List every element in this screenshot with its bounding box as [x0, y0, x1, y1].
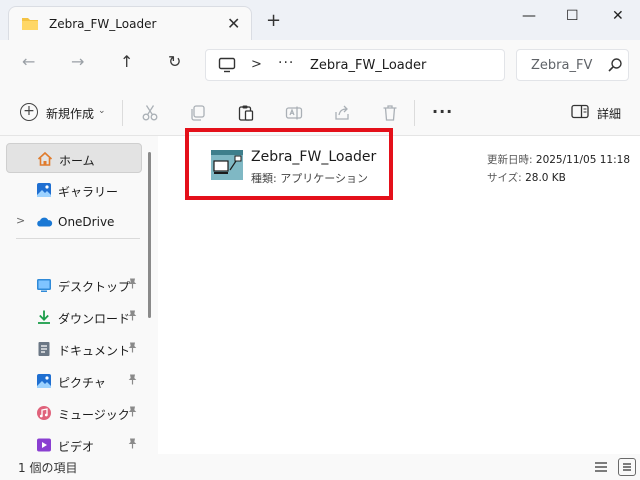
file-type: 種類: アプリケーション: [251, 172, 368, 185]
tab-title: Zebra_FW_Loader: [49, 17, 157, 31]
address-row: ← → ↑ ↻ > ··· Zebra_FW_Loader Zebra_FV: [0, 40, 640, 90]
music-icon: [36, 405, 52, 421]
sidebar-item-onedrive[interactable]: > OneDrive: [6, 207, 142, 237]
plus-icon: +: [20, 103, 38, 121]
navigation-pane: ホーム ギャラリー > OneDrive デスクトップ ダウンロード ドキュメン…: [0, 136, 158, 454]
sidebar-item-label: ミュージック: [58, 408, 130, 422]
sidebar-item-label: デスクトップ: [58, 280, 131, 294]
sidebar-item-label: OneDrive: [58, 215, 115, 229]
download-icon: [36, 309, 52, 325]
search-input[interactable]: Zebra_FV: [531, 58, 605, 73]
back-button[interactable]: ←: [22, 54, 35, 70]
sidebar-item-label: ギャラリー: [58, 185, 119, 199]
videos-icon: [36, 437, 52, 453]
pin-icon[interactable]: [128, 278, 137, 292]
breadcrumb-overflow-button[interactable]: ···: [278, 55, 294, 71]
application-icon: [210, 148, 244, 182]
details-pane-button[interactable]: 詳細: [571, 104, 621, 123]
forward-button[interactable]: →: [71, 54, 84, 70]
new-tab-button[interactable]: +: [266, 12, 281, 30]
item-count: 1 個の項目: [18, 461, 78, 475]
tab-strip: Zebra_FW_Loader ✕ + — ☐ ✕: [0, 0, 640, 40]
home-icon: [37, 151, 53, 167]
refresh-button[interactable]: ↻: [168, 54, 181, 70]
sidebar-item-label: ホーム: [59, 154, 95, 168]
pin-icon[interactable]: [128, 438, 137, 452]
breadcrumb-chevron-icon[interactable]: >: [251, 57, 262, 72]
sidebar-item-home[interactable]: ホーム: [6, 143, 142, 173]
size-value: 28.0 KB: [525, 172, 566, 184]
cut-icon[interactable]: [141, 104, 159, 125]
up-button[interactable]: ↑: [120, 54, 133, 70]
sidebar-item-desktop[interactable]: デスクトップ: [6, 270, 142, 300]
gallery-icon: [36, 182, 52, 198]
sidebar-item-pictures[interactable]: ピクチャ: [6, 366, 142, 396]
modified-row: 更新日時: 2025/11/05 11:18: [487, 151, 630, 169]
size-label: サイズ:: [487, 172, 522, 184]
share-icon[interactable]: [333, 104, 351, 125]
breadcrumb-current[interactable]: Zebra_FW_Loader: [310, 58, 426, 73]
command-bar: + 新規作成 ⌄ ··· 詳細: [0, 90, 640, 136]
desktop-icon: [36, 277, 52, 293]
sidebar-item-music[interactable]: ミュージック: [6, 398, 142, 428]
sidebar-divider: [16, 238, 140, 239]
tab-zebra-fw-loader[interactable]: Zebra_FW_Loader ✕: [8, 6, 252, 40]
sidebar-item-label: ピクチャ: [58, 376, 106, 390]
pin-icon[interactable]: [128, 374, 137, 388]
modified-label: 更新日時:: [487, 154, 533, 166]
modified-value: 2025/11/05 11:18: [535, 154, 631, 166]
sidebar-item-gallery[interactable]: ギャラリー: [6, 175, 142, 205]
details-pane-icon: [571, 104, 589, 123]
tab-close-icon[interactable]: ✕: [227, 14, 240, 33]
toolbar-divider: [122, 100, 123, 126]
details-pane-label: 詳細: [597, 107, 622, 121]
toolbar-divider: [414, 100, 415, 126]
pin-icon[interactable]: [128, 310, 137, 324]
close-window-button[interactable]: ✕: [612, 8, 624, 24]
tiles-view-icon[interactable]: [618, 458, 636, 476]
sidebar-item-downloads[interactable]: ダウンロード: [6, 302, 142, 332]
sidebar-item-documents[interactable]: ドキュメント: [6, 334, 142, 364]
details-view-icon[interactable]: [594, 460, 608, 477]
expand-chevron-icon[interactable]: >: [16, 214, 25, 227]
copy-icon[interactable]: [189, 104, 207, 125]
documents-icon: [36, 341, 52, 357]
file-info: 更新日時: 2025/11/05 11:18 サイズ: 28.0 KB: [487, 151, 630, 187]
nav-pane-scrollbar[interactable]: [148, 152, 151, 318]
this-pc-icon[interactable]: [218, 57, 236, 76]
delete-icon[interactable]: [381, 104, 399, 125]
chevron-down-icon: ⌄: [98, 106, 106, 116]
file-item-zebra-fw-loader[interactable]: Zebra_FW_Loader 種類: アプリケーション: [210, 148, 390, 192]
pin-icon[interactable]: [128, 342, 137, 356]
paste-icon[interactable]: [237, 104, 255, 125]
pin-icon[interactable]: [128, 406, 137, 420]
minimize-button[interactable]: —: [522, 8, 536, 24]
more-options-button[interactable]: ···: [432, 102, 453, 121]
new-button-label: 新規作成: [46, 107, 95, 121]
sidebar-item-label: ビデオ: [58, 440, 95, 454]
file-list: Zebra_FW_Loader 種類: アプリケーション 更新日時: 2025/…: [158, 136, 640, 454]
search-icon[interactable]: [607, 57, 623, 76]
maximize-button[interactable]: ☐: [566, 8, 579, 24]
sidebar-item-label: ダウンロード: [58, 312, 131, 326]
folder-icon: [21, 16, 39, 34]
address-bar[interactable]: > ··· Zebra_FW_Loader: [205, 49, 505, 81]
onedrive-icon: [36, 214, 53, 230]
search-box[interactable]: Zebra_FV: [516, 49, 629, 81]
sidebar-item-label: ドキュメント: [58, 344, 131, 358]
rename-icon[interactable]: [285, 104, 303, 125]
file-name: Zebra_FW_Loader: [251, 149, 377, 165]
size-row: サイズ: 28.0 KB: [487, 169, 630, 187]
status-bar: 1 個の項目: [0, 454, 640, 480]
pictures-icon: [36, 373, 52, 389]
